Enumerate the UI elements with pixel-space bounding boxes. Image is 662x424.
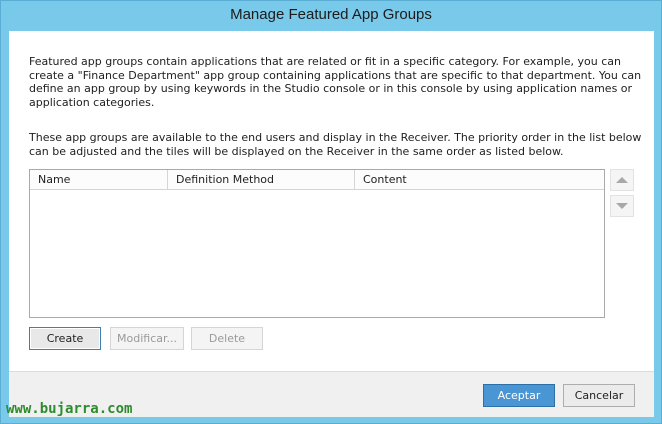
- accept-button[interactable]: Aceptar: [483, 384, 555, 407]
- delete-button[interactable]: Delete: [191, 327, 263, 350]
- arrow-down-icon: [616, 203, 628, 209]
- column-header-definition-method[interactable]: Definition Method: [168, 170, 355, 189]
- dialog-window: Manage Featured App Groups Featured app …: [0, 0, 662, 424]
- cancel-button[interactable]: Cancelar: [563, 384, 635, 407]
- dialog-content: Featured app groups contain applications…: [9, 31, 654, 371]
- move-down-button[interactable]: [610, 195, 634, 217]
- table-header: Name Definition Method Content: [30, 170, 604, 190]
- app-groups-table[interactable]: Name Definition Method Content: [29, 169, 605, 318]
- watermark-text: www.bujarra.com: [6, 401, 133, 417]
- window-title: Manage Featured App Groups: [230, 6, 432, 23]
- column-header-content[interactable]: Content: [355, 170, 604, 189]
- create-button[interactable]: Create: [29, 327, 101, 350]
- modify-button[interactable]: Modificar...: [110, 327, 184, 350]
- column-header-name[interactable]: Name: [30, 170, 168, 189]
- instructions-paragraph: These app groups are available to the en…: [29, 131, 642, 158]
- description-paragraph: Featured app groups contain applications…: [29, 55, 642, 109]
- move-up-button[interactable]: [610, 169, 634, 191]
- arrow-up-icon: [616, 177, 628, 183]
